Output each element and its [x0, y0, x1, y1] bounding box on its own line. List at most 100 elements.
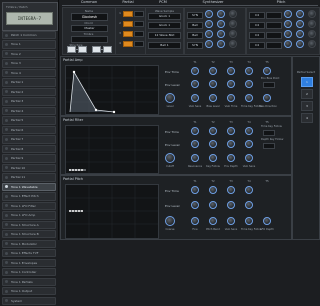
- tone-name-field[interactable]: Glockesh: [71, 13, 108, 21]
- partial-3-mute[interactable]: [134, 31, 144, 37]
- filter-time-key-field[interactable]: [263, 130, 275, 136]
- patch-list-item[interactable]: Tone 1 Controller: [2, 268, 56, 277]
- patch-list-item[interactable]: Tone 1 Output: [2, 287, 56, 296]
- patch-list-item[interactable]: Partial 1: [2, 78, 56, 87]
- pitch-fine-1[interactable]: [266, 12, 282, 19]
- patch-list-item[interactable]: Tone 2: [2, 49, 56, 59]
- pitch-level-knob-1[interactable]: [191, 201, 199, 209]
- amp-level-knob-3[interactable]: [227, 80, 235, 88]
- synth-knob-4a[interactable]: [205, 40, 213, 48]
- pitch-knob-2a[interactable]: [284, 20, 292, 28]
- pitch-knob-2b[interactable]: [296, 20, 304, 28]
- pitch-velo-sens-knob[interactable]: [227, 217, 235, 225]
- partial-4-switch[interactable]: [123, 41, 133, 47]
- amp-velo-time-knob[interactable]: [227, 94, 235, 102]
- synth-select-3[interactable]: Bell: [187, 32, 203, 39]
- partial-1-switch[interactable]: [123, 11, 133, 17]
- filter-level-knob-2[interactable]: [209, 140, 217, 148]
- filter-depth-key-field[interactable]: [263, 143, 275, 149]
- pitch-bend-knob[interactable]: [209, 217, 217, 225]
- pitch-fine-knob[interactable]: [191, 217, 199, 225]
- partial-3-switch[interactable]: [123, 31, 133, 37]
- patch-list-item[interactable]: Tone 1 Modulator: [2, 239, 56, 248]
- filter-key-follow-knob[interactable]: [209, 154, 217, 162]
- pitch-knob-2c[interactable]: [308, 20, 316, 28]
- pitch-key-2[interactable]: C4: [249, 22, 265, 29]
- partial-4-mute[interactable]: [134, 41, 144, 47]
- filter-velo-sens-knob[interactable]: [245, 154, 253, 162]
- pitch-knob-4c[interactable]: [308, 40, 316, 48]
- patch-list-item[interactable]: Tone 1 Wavetable: [2, 182, 56, 192]
- patch-list-item[interactable]: Tone 4: [2, 68, 56, 78]
- patch-list-item[interactable]: Partial 10: [2, 163, 56, 173]
- pitch-knob-3b[interactable]: [296, 30, 304, 38]
- patch-list-item[interactable]: Tone 1 Structure B: [2, 230, 56, 239]
- pitch-knob-4b[interactable]: [296, 40, 304, 48]
- amp-time-key-knob[interactable]: [245, 94, 253, 102]
- amp-env-bias-field[interactable]: [263, 82, 275, 88]
- filter-time-knob-1[interactable]: [191, 127, 199, 135]
- filter-level-knob-4[interactable]: [245, 140, 253, 148]
- synth-knob-1c[interactable]: [229, 10, 237, 18]
- pitch-time-knob-3[interactable]: [227, 186, 235, 194]
- amp-time-knob-2[interactable]: [209, 67, 217, 75]
- filter-time-knob-4[interactable]: [245, 127, 253, 135]
- pitch-level-knob-4[interactable]: [245, 201, 253, 209]
- patch-list-item[interactable]: Patch 1 Common: [2, 31, 56, 40]
- partial-select-3[interactable]: 3: [301, 101, 313, 111]
- patch-list-item[interactable]: System: [2, 296, 56, 305]
- patch-list-item[interactable]: Tone 3: [2, 59, 56, 68]
- patch-list-item[interactable]: Partial 7: [2, 135, 56, 144]
- pitch-time-knob-4[interactable]: [245, 186, 253, 194]
- structure-diagram[interactable]: [67, 46, 113, 53]
- partial-1-mute[interactable]: [134, 11, 144, 17]
- partial-select-4[interactable]: 4: [301, 113, 313, 123]
- partial-2-switch[interactable]: [123, 21, 133, 27]
- filter-time-knob-2[interactable]: [209, 127, 217, 135]
- pitch-envelope-graph[interactable]: [65, 184, 159, 239]
- filter-env-depth-knob[interactable]: [227, 154, 235, 162]
- pitch-fine-4[interactable]: [266, 42, 282, 49]
- pitch-time-knob-1[interactable]: [191, 186, 199, 194]
- patch-list-item[interactable]: Partial 4: [2, 106, 56, 116]
- filter-level-knob-3[interactable]: [227, 140, 235, 148]
- pitch-knob-3c[interactable]: [308, 30, 316, 38]
- patch-list-item[interactable]: Partial 3: [2, 97, 56, 106]
- amp-velo-sens-knob[interactable]: [191, 94, 199, 102]
- filter-time-knob-3[interactable]: [227, 127, 235, 135]
- pitch-knob-4a[interactable]: [284, 40, 292, 48]
- amp-time-knob-4[interactable]: [245, 67, 253, 75]
- patch-list-item[interactable]: Tone 1 Effects TVF: [2, 249, 56, 258]
- synth-select-1[interactable]: SYN: [187, 12, 203, 19]
- amp-bias-level-knob[interactable]: [209, 94, 217, 102]
- amp-level-knob-4[interactable]: [245, 80, 253, 88]
- patch-list-item[interactable]: Tone 1 Partials: [2, 277, 56, 286]
- control-select[interactable]: [71, 36, 108, 43]
- patch-list-item[interactable]: Partial 9: [2, 154, 56, 163]
- pitch-key-1[interactable]: C4: [249, 12, 265, 19]
- pitch-knob-3a[interactable]: [284, 30, 292, 38]
- synth-knob-4b[interactable]: [217, 40, 225, 48]
- amp-time-knob-1[interactable]: [191, 67, 199, 75]
- patch-list-item[interactable]: Partial 6: [2, 125, 56, 135]
- patch-list-item[interactable]: Tone 1 Effect Pitch: [2, 192, 56, 201]
- filter-envelope-graph[interactable]: [65, 125, 159, 174]
- pitch-coarse-knob[interactable]: [165, 216, 175, 226]
- amp-bias-dir-knob[interactable]: [263, 94, 271, 102]
- patch-list-item[interactable]: Tone 1 Structure A: [2, 220, 56, 229]
- synth-select-4[interactable]: SYN: [187, 42, 203, 49]
- pitch-knob-1b[interactable]: [296, 10, 304, 18]
- pitch-time-key-knob[interactable]: [245, 217, 253, 225]
- wave-select-1[interactable]: Glock 1: [148, 13, 181, 20]
- pitch-key-3[interactable]: C4: [249, 32, 265, 39]
- synth-knob-3a[interactable]: [205, 30, 213, 38]
- pitch-level-knob-2[interactable]: [209, 201, 217, 209]
- pitch-knob-1a[interactable]: [284, 10, 292, 18]
- synth-knob-1b[interactable]: [217, 10, 225, 18]
- amp-envelope-graph[interactable]: [65, 65, 159, 115]
- partial-select-2[interactable]: 2: [301, 89, 313, 99]
- patch-list-item[interactable]: Tone 1 Envelopes: [2, 258, 56, 267]
- amp-time-knob-5[interactable]: [263, 67, 271, 75]
- patch-list-item[interactable]: Partial 5: [2, 116, 56, 125]
- patch-list-item[interactable]: Partial 2: [2, 87, 56, 97]
